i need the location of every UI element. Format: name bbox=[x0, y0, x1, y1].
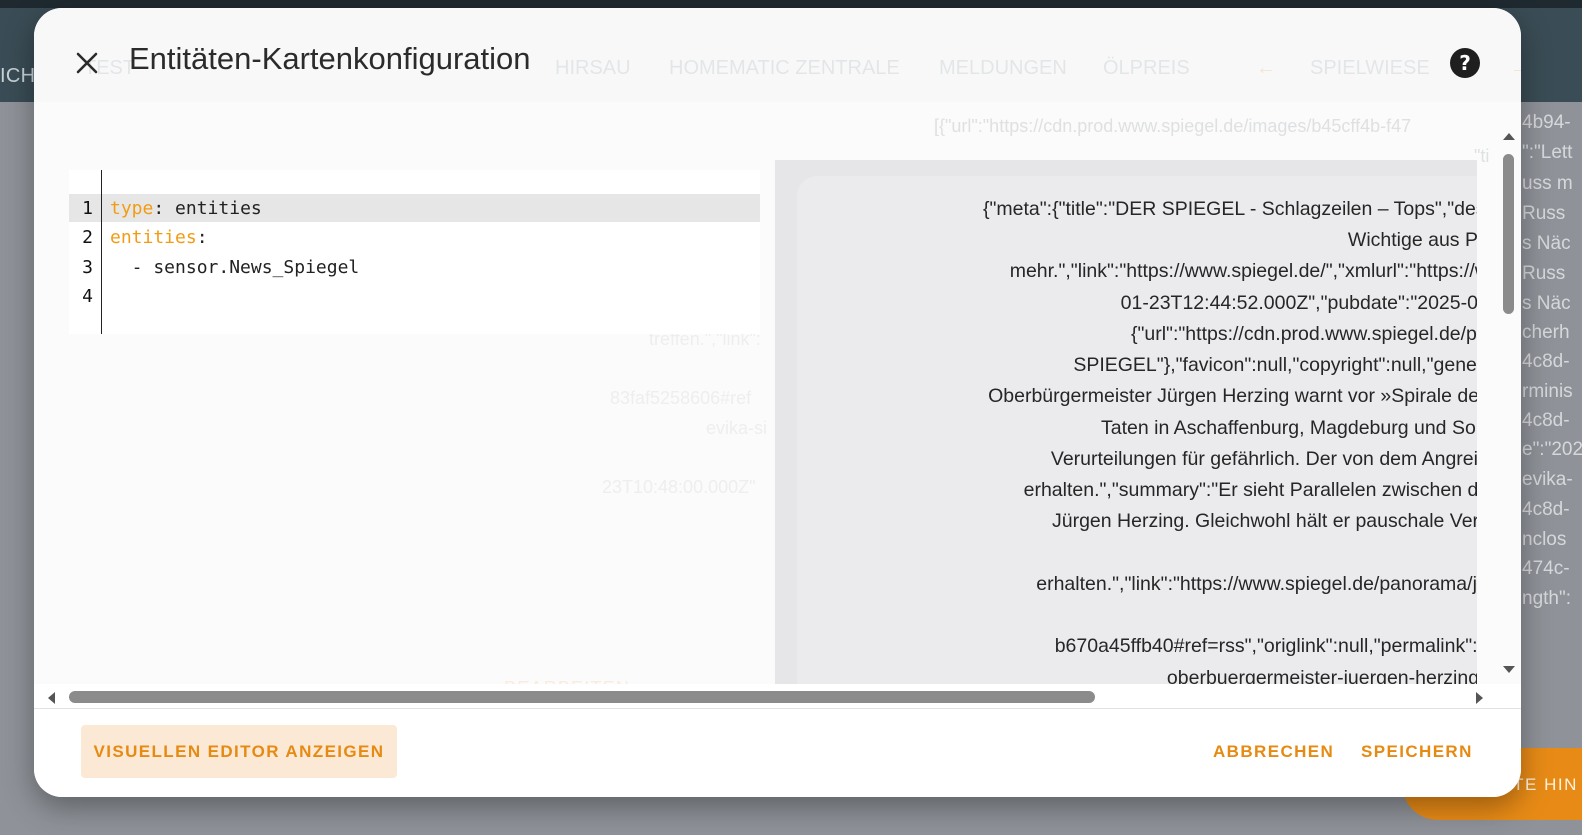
yaml-code-editor[interactable]: 1 type: entities 2 entities: 3 - sensor.… bbox=[69, 170, 760, 334]
yaml-value: entities bbox=[175, 198, 262, 219]
yaml-key: type bbox=[110, 198, 154, 219]
bg-tab-spielwiese: SPIELWIESE bbox=[1310, 57, 1430, 79]
vertical-scrollbar[interactable] bbox=[1499, 128, 1521, 680]
preview-text-line: erhalten.","summary":"Er sieht Parallele… bbox=[1023, 479, 1477, 501]
code-line[interactable]: 2 entities: bbox=[69, 223, 760, 251]
editor-gutter bbox=[69, 170, 102, 334]
bg-json-fragment: s Näc bbox=[1522, 233, 1571, 254]
scroll-up-arrow-icon[interactable] bbox=[1501, 130, 1517, 142]
bg-json-fragment: 4b94- bbox=[1522, 112, 1571, 133]
scroll-right-arrow-icon[interactable] bbox=[1474, 690, 1486, 706]
cancel-button[interactable]: ABBRECHEN bbox=[1213, 742, 1334, 762]
card-config-dialog: TEST HIRSAU HOMEMATIC ZENTRALE MELDUNGEN… bbox=[34, 8, 1521, 797]
bg-json-fragment: cherh bbox=[1522, 322, 1570, 343]
bg-tab-homematic: HOMEMATIC ZENTRALE bbox=[669, 57, 900, 79]
bg-tab-meldungen: MELDUNGEN bbox=[939, 57, 1067, 79]
preview-text-line: erhalten.","link":"https://www.spiegel.d… bbox=[1036, 573, 1477, 595]
bg-json-fragment: 23T10:48:00.000Z" bbox=[602, 477, 756, 497]
line-text: entities: bbox=[110, 227, 208, 248]
bg-json-fragment: Russ bbox=[1522, 263, 1566, 284]
bg-json-fragment: 83faf5258606#ref bbox=[610, 388, 752, 408]
app-top-strip bbox=[0, 0, 1582, 8]
line-text: - sensor.News_Spiegel bbox=[110, 257, 360, 278]
preview-text-line: Oberbürgermeister Jürgen Herzing warnt v… bbox=[988, 385, 1477, 407]
bg-json-fragment: ":"Lett bbox=[1522, 142, 1573, 163]
code-line[interactable]: 1 type: entities bbox=[69, 194, 760, 222]
preview-text-line: SPIEGEL"},"favicon":null,"copyright":nul… bbox=[1073, 354, 1477, 376]
help-circle-icon: ? bbox=[1450, 48, 1480, 78]
help-button[interactable]: ? bbox=[1448, 46, 1482, 80]
preview-text-line: Verurteilungen für gefährlich. Der von d… bbox=[1050, 448, 1477, 470]
show-visual-editor-button[interactable]: VISUELLEN EDITOR ANZEIGEN bbox=[81, 725, 397, 778]
card-preview: {"meta":{"title":"DER SPIEGEL - Schlagze… bbox=[797, 176, 1477, 691]
scroll-left-arrow-icon[interactable] bbox=[45, 690, 57, 706]
preview-text-line: Jürgen Herzing. Gleichwohl hält er pausc… bbox=[1051, 510, 1477, 532]
dialog-body: [{"url":"https://cdn.prod.www.spiegel.de… bbox=[34, 102, 1521, 691]
yaml-value: - sensor.News_Spiegel bbox=[110, 257, 360, 278]
vertical-scrollbar-thumb[interactable] bbox=[1503, 154, 1514, 314]
preview-text-line: {"meta":{"title":"DER SPIEGEL - Schlagze… bbox=[982, 198, 1477, 220]
line-text: type: entities bbox=[110, 198, 262, 219]
svg-text:?: ? bbox=[1459, 51, 1471, 75]
bg-json-fragment: ngth": bbox=[1522, 588, 1572, 609]
horizontal-scrollbar[interactable] bbox=[34, 684, 1521, 710]
dialog-footer: VISUELLEN EDITOR ANZEIGEN ABBRECHEN SPEI… bbox=[34, 709, 1521, 797]
scroll-down-arrow-icon[interactable] bbox=[1501, 664, 1517, 676]
preview-text-line: 01-23T12:44:52.000Z","pubdate":"2025-01-… bbox=[1120, 292, 1477, 314]
bg-json-fragment: evika-si bbox=[706, 418, 768, 438]
preview-text-line: mehr.","link":"https://www.spiegel.de/",… bbox=[1009, 260, 1477, 282]
card-preview-area: {"meta":{"title":"DER SPIEGEL - Schlagze… bbox=[775, 160, 1477, 691]
bg-json-fragment: rminis bbox=[1522, 381, 1573, 402]
bg-json-fragment: 474c- bbox=[1522, 558, 1570, 579]
bg-json-fragment: 4c8d- bbox=[1522, 410, 1570, 431]
bg-json-fragment: uss m bbox=[1522, 173, 1573, 194]
bg-tab-hirsau: HIRSAU bbox=[555, 57, 631, 79]
dialog-title: Entitäten-Kartenkonfiguration bbox=[129, 41, 531, 76]
bg-json-fragment: nclos bbox=[1522, 529, 1567, 550]
yaml-separator: : bbox=[196, 227, 208, 248]
preview-text-line: {"url":"https://cdn.prod.www.spiegel.de/… bbox=[1130, 323, 1477, 345]
bg-json-fragment: 4c8d- bbox=[1522, 499, 1570, 520]
yaml-separator: : bbox=[153, 198, 176, 219]
bg-json-fragment: evika- bbox=[1522, 469, 1573, 490]
bg-arrow-left-icon: ← bbox=[1256, 57, 1276, 79]
code-line[interactable]: 3 - sensor.News_Spiegel bbox=[69, 253, 760, 281]
bg-arrow-right-icon: → bbox=[1510, 57, 1521, 79]
preview-text-line: Wichtige aus Politik bbox=[1347, 229, 1477, 251]
close-icon bbox=[76, 52, 98, 74]
dialog-header: TEST HIRSAU HOMEMATIC ZENTRALE MELDUNGEN… bbox=[34, 8, 1521, 102]
save-button[interactable]: SPEICHERN bbox=[1361, 742, 1473, 762]
bg-json-fragment: Russ bbox=[1522, 203, 1566, 224]
bg-json-fragment: [{"url":"https://cdn.prod.www.spiegel.de… bbox=[934, 116, 1412, 136]
preview-text-line: b670a45ffb40#ref=rss","origlink":null,"p… bbox=[1054, 635, 1477, 657]
preview-text-line: Taten in Aschaffenburg, Magdeburg und So… bbox=[1101, 417, 1477, 439]
yaml-key: entities bbox=[110, 227, 197, 248]
bg-json-fragment: s Näc bbox=[1522, 293, 1571, 314]
close-button[interactable] bbox=[64, 40, 110, 86]
bg-json-fragment: 4c8d- bbox=[1522, 351, 1570, 372]
code-line[interactable]: 4 bbox=[69, 282, 760, 310]
bg-json-fragment: e":"202 bbox=[1522, 439, 1582, 460]
bg-tab-oelpreis: ÖLPREIS bbox=[1103, 57, 1190, 79]
horizontal-scrollbar-thumb[interactable] bbox=[69, 691, 1095, 703]
